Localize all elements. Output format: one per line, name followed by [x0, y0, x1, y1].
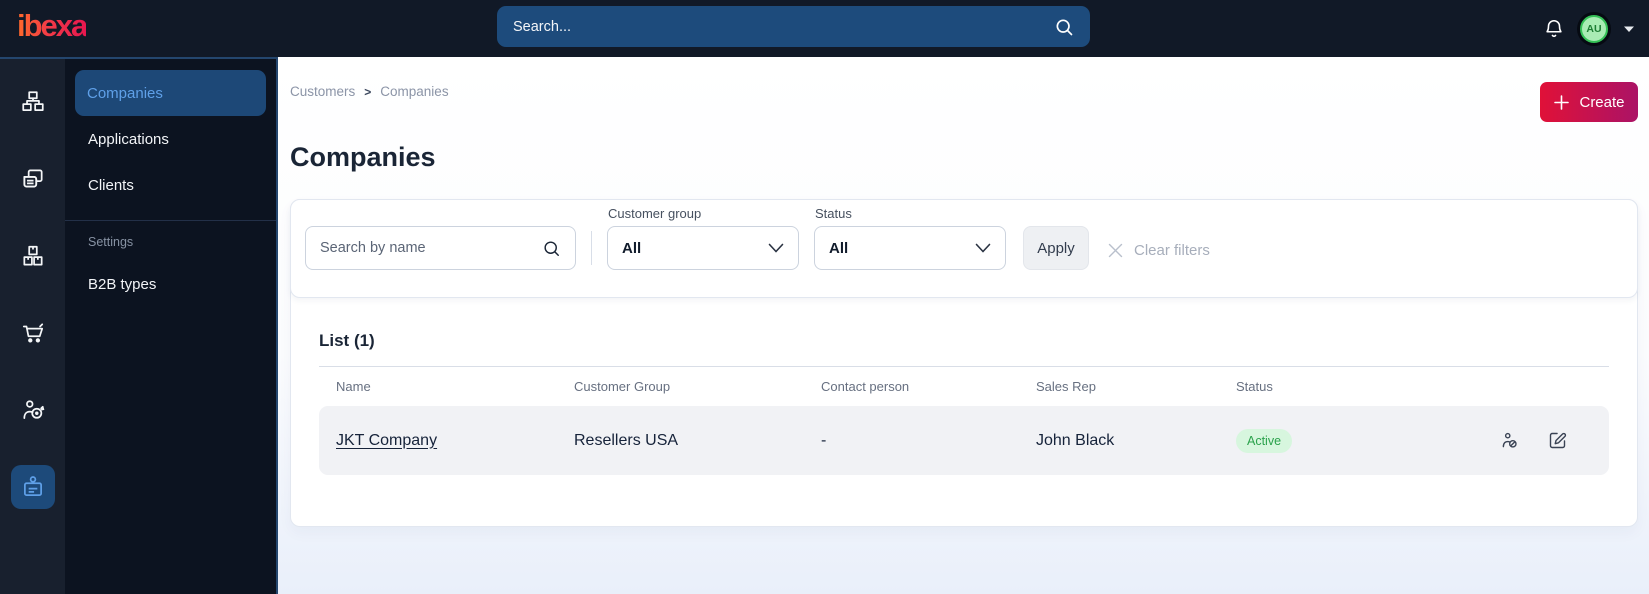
search-icon[interactable]: [1054, 17, 1074, 37]
cart-icon[interactable]: [11, 311, 55, 355]
status-badge: Active: [1236, 428, 1293, 453]
user-avatar[interactable]: AU: [1580, 14, 1608, 43]
column-header-sales-rep: Sales Rep: [1036, 379, 1096, 394]
status-label: Status: [815, 206, 852, 221]
sidebar-section-settings: Settings: [88, 235, 134, 249]
list-title: List (1): [319, 331, 375, 350]
topbar-right-cluster: AU: [1543, 0, 1635, 57]
column-header-customer-group: Customer Group: [574, 379, 671, 394]
breadcrumb-customers[interactable]: Customers: [290, 84, 355, 99]
sidebar-item-applications[interactable]: Applications: [75, 116, 266, 162]
companies-card: Customer group All Status All Apply: [290, 199, 1638, 527]
column-header-name: Name: [336, 379, 371, 394]
status-field: Status All: [814, 206, 1006, 270]
customer-group-value: All: [622, 239, 642, 257]
create-button[interactable]: Create: [1540, 82, 1638, 122]
apply-button[interactable]: Apply: [1023, 226, 1089, 270]
customer-badge-icon[interactable]: [10, 465, 55, 509]
deactivate-user-icon[interactable]: [1499, 430, 1520, 451]
main-content: Customers > Companies Create Companies C…: [278, 57, 1649, 594]
global-search-input[interactable]: [513, 18, 1054, 35]
sidebar-panel: Companies Applications Clients Settings …: [65, 57, 278, 594]
status-value: All: [829, 239, 849, 257]
company-name-link[interactable]: JKT Company: [336, 432, 437, 449]
sidebar-item-label: B2B types: [88, 275, 157, 293]
sidebar-rail: [0, 57, 65, 594]
status-select[interactable]: All: [814, 226, 1006, 270]
ibexa-logo[interactable]: ibexa: [17, 8, 88, 44]
sidebar-item-label: Applications: [88, 130, 169, 148]
customer-group-field: Customer group All: [607, 206, 799, 270]
name-search-field[interactable]: [305, 226, 576, 270]
chevron-down-icon: [768, 243, 784, 253]
column-header-contact-person: Contact person: [821, 379, 910, 394]
sidebar-item-label: Companies: [87, 84, 163, 102]
topbar: ibexa AU: [0, 0, 1649, 57]
clear-filters-label: Clear filters: [1134, 242, 1210, 259]
row-actions: [1499, 430, 1609, 451]
cell-contact-person: -: [821, 431, 827, 449]
create-button-label: Create: [1579, 93, 1625, 111]
table-row: JKT Company Resellers USA - John Black A…: [319, 406, 1609, 475]
cell-customer-group: Resellers USA: [574, 431, 679, 449]
filter-bar: Customer group All Status All Apply: [290, 199, 1638, 298]
sitemap-icon[interactable]: [11, 80, 55, 124]
breadcrumb-companies[interactable]: Companies: [380, 84, 448, 99]
breadcrumb: Customers > Companies: [290, 84, 1638, 99]
table-header-row: Name Customer Group Contact person Sales…: [319, 367, 1609, 406]
page-title: Companies: [290, 142, 436, 172]
list-section: List (1) Name Customer Group Contact per…: [291, 298, 1637, 526]
sidebar-divider: [65, 220, 276, 221]
user-menu-caret-down-icon[interactable]: [1623, 25, 1635, 33]
sidebar-item-companies[interactable]: Companies: [75, 70, 266, 116]
name-search-input[interactable]: [320, 240, 542, 256]
cell-sales-rep: John Black: [1036, 431, 1115, 449]
filter-divider: [591, 231, 592, 265]
products-boxes-icon[interactable]: [11, 234, 55, 278]
audience-target-icon[interactable]: [11, 388, 55, 432]
edit-icon[interactable]: [1547, 430, 1568, 451]
sidebar-item-clients[interactable]: Clients: [75, 162, 266, 208]
search-icon[interactable]: [542, 239, 561, 258]
notifications-bell-icon[interactable]: [1543, 18, 1565, 40]
pages-icon[interactable]: [11, 157, 55, 201]
global-search[interactable]: [497, 6, 1090, 47]
sidebar-item-b2b-types[interactable]: B2B types: [75, 261, 266, 307]
plus-icon: [1553, 94, 1570, 111]
breadcrumb-separator: >: [364, 84, 372, 99]
column-header-status: Status: [1236, 379, 1273, 394]
customer-group-label: Customer group: [608, 206, 702, 221]
chevron-down-icon: [975, 243, 991, 253]
main-header: Customers > Companies Create: [290, 82, 1638, 122]
clear-filters-button[interactable]: Clear filters: [1107, 242, 1210, 259]
sidebar-item-label: Clients: [88, 176, 134, 194]
customer-group-select[interactable]: All: [607, 226, 799, 270]
clear-x-icon: [1107, 242, 1124, 259]
